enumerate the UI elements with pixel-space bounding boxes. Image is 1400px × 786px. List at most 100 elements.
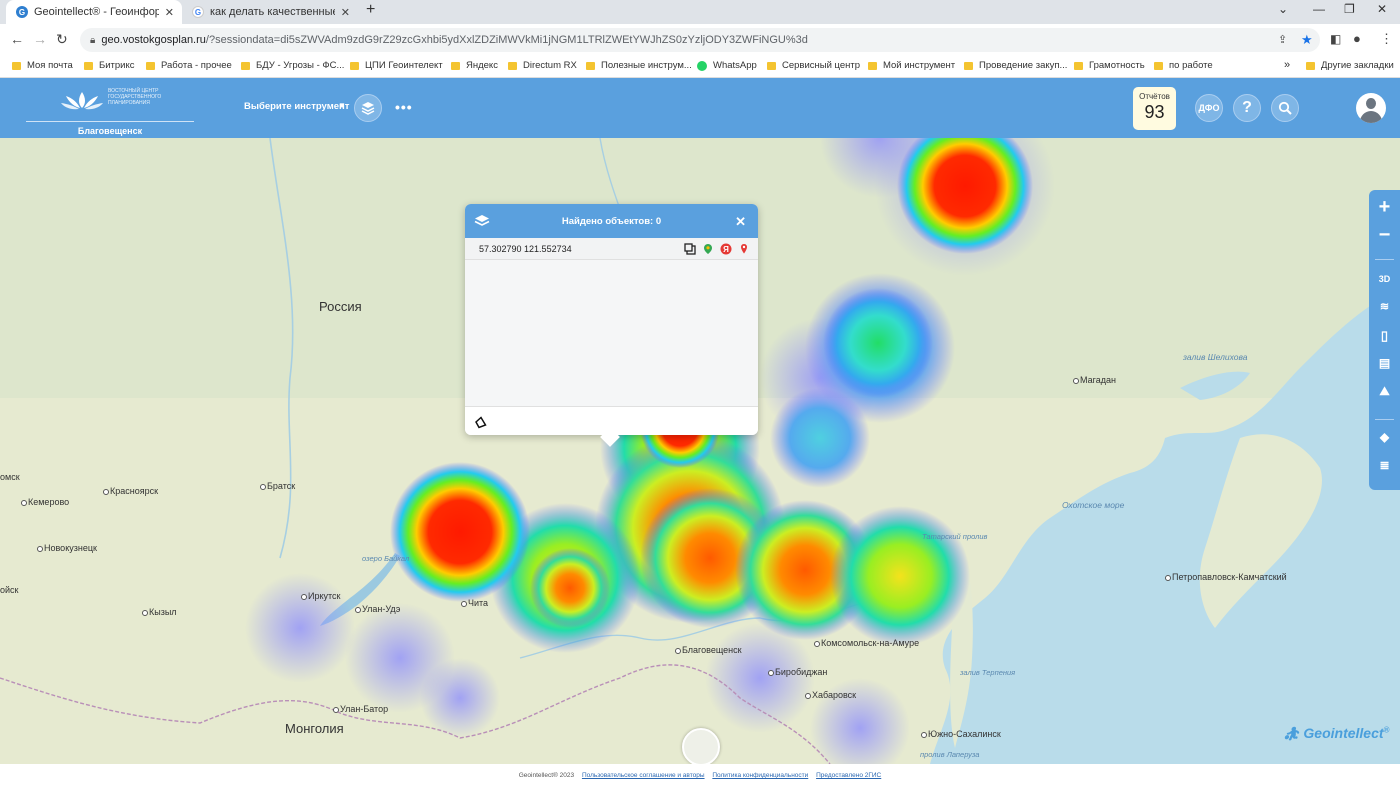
chevron-down-icon[interactable]: ▼ — [338, 101, 346, 110]
more-bookmarks-icon[interactable]: » — [1284, 59, 1290, 71]
bookmark-item[interactable]: Другие закладки — [1306, 60, 1394, 71]
relief-icon[interactable]: ⛰︎ — [1369, 384, 1400, 399]
close-tab-icon[interactable]: ✕ — [165, 6, 174, 19]
back-icon[interactable]: ← — [10, 31, 24, 47]
folder-icon — [1306, 61, 1315, 70]
bookmark-item[interactable]: Directum RX — [508, 60, 577, 71]
privacy-link[interactable]: Политика конфиденциальности — [712, 772, 808, 779]
toolbar-divider — [1375, 419, 1394, 420]
share-icon[interactable]: ⇪ — [1278, 33, 1287, 46]
maximize-icon[interactable]: ❐ — [1344, 2, 1355, 16]
folder-icon — [586, 61, 595, 70]
more-icon[interactable]: ••• — [395, 99, 413, 115]
bookmark-item[interactable]: БДУ - Угрозы - ФС... — [241, 60, 344, 71]
city-label: Братск — [259, 481, 296, 491]
layers-icon — [361, 102, 375, 115]
city-label: ойск — [0, 585, 19, 595]
city-label: Комсомольск-на-Амуре — [813, 638, 920, 648]
sea-label: залив Шелихова — [1183, 352, 1248, 362]
sidebar-icon[interactable]: ◧ — [1330, 32, 1341, 46]
copy-icon[interactable] — [684, 243, 696, 255]
city-label: Биробиджан — [767, 667, 828, 677]
user-avatar[interactable] — [1356, 93, 1386, 123]
copyright-text: Geointellect® 2023 — [518, 772, 575, 779]
yandex-icon[interactable]: Я — [720, 243, 732, 255]
app-header: ВОСТОЧНЫЙ ЦЕНТР ГОСУДАРСТВЕННОГО ПЛАНИРО… — [0, 78, 1400, 138]
bookmark-item[interactable]: WhatsApp — [697, 60, 757, 71]
city-label: Новокузнецк — [37, 543, 97, 553]
url-path: /?sessiondata=di5sZWVAdm9zdG9rZ29zcGxhbi… — [205, 34, 808, 46]
close-tab-icon[interactable]: ✕ — [341, 6, 350, 19]
browser-tab-geointellect[interactable]: G Geointellect® - Геоинформаци ✕ — [6, 0, 182, 24]
reports-counter[interactable]: Отчётов 93 — [1133, 87, 1176, 130]
city-label: Магадан — [1073, 375, 1116, 385]
reports-count: 93 — [1144, 102, 1165, 122]
bookmark-item[interactable]: Мой инструмент — [868, 60, 955, 71]
bookmark-star-icon[interactable]: ★ — [1301, 32, 1313, 48]
bookmark-item[interactable]: Проведение закуп... — [964, 60, 1067, 71]
city-label: Красноярск — [102, 486, 159, 496]
menu-icon[interactable]: ⋮ — [1380, 31, 1393, 47]
bookmark-item[interactable]: по работе — [1154, 60, 1213, 71]
browser-tab-google[interactable]: G как делать качественные сним ✕ — [182, 0, 358, 24]
folder-icon — [767, 61, 776, 70]
buildings-icon[interactable]: ▤ — [1369, 356, 1400, 370]
dfo-button[interactable]: ДФО — [1195, 94, 1223, 122]
polygon-draw-icon[interactable] — [474, 416, 487, 429]
city-label: Благовещенск — [675, 645, 742, 655]
folder-icon — [1154, 61, 1163, 70]
lotus-logo-icon — [61, 92, 103, 110]
close-icon[interactable]: ✕ — [735, 214, 746, 230]
zoom-in-button[interactable]: + — [1369, 196, 1400, 219]
forward-icon[interactable]: → — [33, 31, 47, 47]
google-maps-pin-icon[interactable] — [702, 243, 714, 255]
help-button[interactable]: ? — [1233, 94, 1261, 122]
terms-link[interactable]: Пользовательское соглашение и авторы — [582, 772, 705, 779]
city-label: Петропавловск-Камчатский — [1165, 572, 1287, 582]
logo-text: ВОСТОЧНЫЙ ЦЕНТР ГОСУДАРСТВЕННОГО ПЛАНИРО… — [108, 88, 162, 106]
wind-icon[interactable]: ≋ — [1369, 300, 1400, 313]
bookmarks-bar: Моя почта Битрикс Работа - прочее БДУ - … — [0, 56, 1400, 78]
sea-label: пролив Лаперуза — [920, 750, 980, 759]
3d-button[interactable]: 3D — [1369, 274, 1400, 284]
bookmark-item[interactable]: ЦПИ Геоинтелект — [350, 60, 443, 71]
map-pin-icon[interactable] — [738, 243, 750, 255]
map-thumbnail-compass[interactable] — [682, 728, 720, 766]
traffic-light-icon[interactable]: ▯ — [1369, 328, 1400, 344]
whatsapp-icon — [697, 60, 707, 71]
objects-found-popup: Найдено объектов: 0 ✕ 57.302790 121.5527… — [465, 204, 758, 435]
provider-link[interactable]: Предоставлено 2ГИС — [816, 772, 881, 779]
url-input[interactable]: 🔒︎ geo.vostokgosplan.ru/?sessiondata=di5… — [80, 28, 1320, 52]
bookmark-item[interactable]: Грамотность — [1074, 60, 1145, 71]
bookmark-item[interactable]: Яндекс — [451, 60, 498, 71]
folder-icon — [868, 61, 877, 70]
bookmark-item[interactable]: Моя почта — [12, 60, 73, 71]
browser-tab-strip: G Geointellect® - Геоинформаци ✕ G как д… — [0, 0, 1400, 24]
folder-icon — [146, 61, 155, 70]
bookmark-item[interactable]: Сервисный центр — [767, 60, 860, 71]
folder-icon — [12, 61, 21, 70]
tab-search-icon[interactable]: ⌄ — [1278, 2, 1288, 16]
search-button[interactable] — [1271, 94, 1299, 122]
bookmark-item[interactable]: Работа - прочее — [146, 60, 232, 71]
geointellect-favicon-icon: G — [16, 6, 28, 18]
geointellect-logo: ⛹︎ Geointellect® — [1283, 725, 1390, 741]
bookmark-item[interactable]: Полезные инструм... — [586, 60, 692, 71]
folder-icon — [964, 61, 973, 70]
minimize-icon[interactable]: — — [1313, 2, 1325, 16]
eraser-icon[interactable]: ◆ — [1369, 430, 1400, 444]
folder-icon — [451, 61, 460, 70]
new-tab-icon[interactable]: + — [366, 1, 375, 19]
vcgp-logo[interactable]: ВОСТОЧНЫЙ ЦЕНТР ГОСУДАРСТВЕННОГО ПЛАНИРО… — [26, 82, 194, 136]
city-label: Кемерово — [20, 497, 70, 507]
close-window-icon[interactable]: ✕ — [1377, 2, 1387, 16]
layers-stack-icon[interactable]: ≣ — [1369, 458, 1400, 472]
zoom-out-button[interactable]: − — [1369, 224, 1400, 247]
sea-label: озеро Байкал — [362, 554, 410, 563]
profile-icon[interactable]: ● — [1353, 31, 1361, 46]
layers-button[interactable] — [354, 94, 382, 122]
bookmark-item[interactable]: Битрикс — [84, 60, 135, 71]
svg-text:Я: Я — [723, 245, 729, 254]
reload-icon[interactable]: ↻ — [56, 31, 68, 48]
tool-select-dropdown[interactable]: Выберите инструмент — [244, 101, 349, 112]
